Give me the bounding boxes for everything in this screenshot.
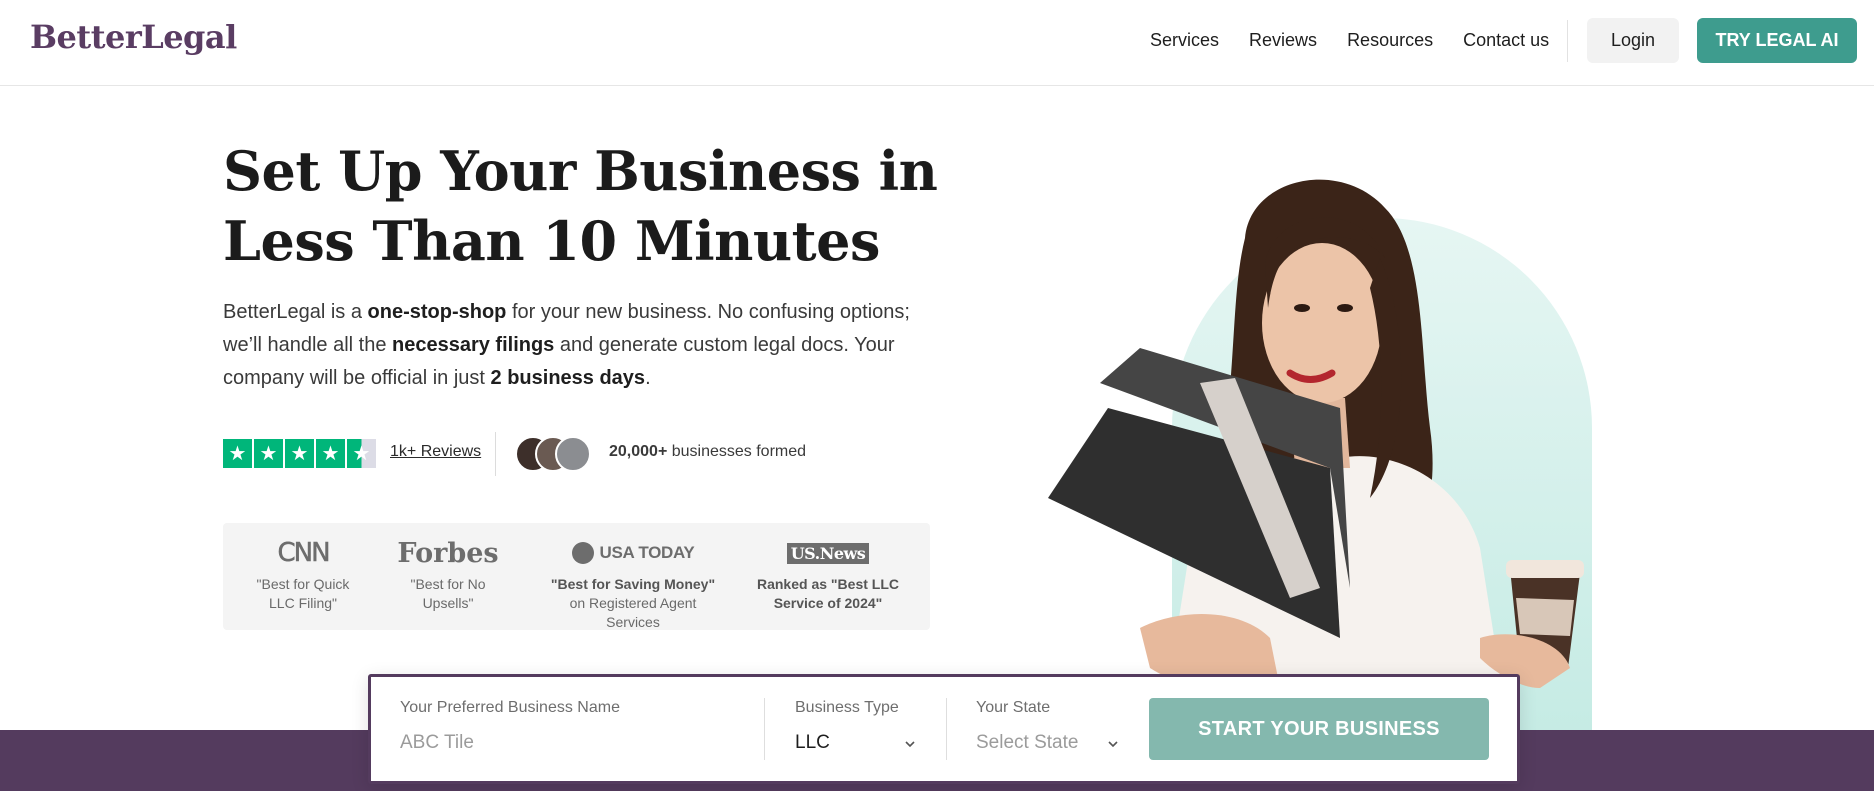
businesses-formed: 20,000+ businesses formed [609, 443, 806, 461]
main-nav: Services Reviews Resources Contact us [1150, 0, 1579, 80]
business-type-select[interactable]: LLC [795, 732, 920, 754]
press-forbes: Forbes "Best for No Upsells" [397, 537, 499, 613]
business-type-label: Business Type [795, 699, 899, 716]
usatoday-circle-icon [571, 542, 594, 564]
hero-title: Set Up Your Business in Less Than 10 Min… [223, 136, 943, 276]
cnn-logo: CNN [277, 538, 331, 569]
business-name-input[interactable]: ABC Tile [400, 732, 740, 754]
businesses-count: 20,000+ [609, 443, 668, 460]
customer-avatars [515, 436, 595, 472]
half-star-icon: ★ [347, 439, 376, 468]
chevron-down-icon [905, 741, 915, 748]
business-name-label: Your Preferred Business Name [400, 699, 620, 716]
press-quote: Ranked as "Best LLC Service of 2024" [756, 576, 899, 611]
businesses-suffix: businesses formed [667, 443, 807, 460]
field-divider [946, 698, 947, 760]
desc-emphasis: one-stop-shop [367, 301, 507, 323]
hero-title-line1: Set Up Your Business in [223, 139, 938, 203]
star-icon: ★ [285, 439, 314, 468]
start-business-button[interactable]: START YOUR BUSINESS [1149, 698, 1489, 760]
brand-logo[interactable]: BetterLegal [30, 18, 237, 56]
star-icon: ★ [223, 439, 252, 468]
nav-divider [1567, 20, 1568, 62]
chevron-down-icon [1108, 741, 1118, 748]
hero-woman-illustration [1048, 179, 1584, 738]
nav-reviews[interactable]: Reviews [1249, 30, 1317, 51]
desc-emphasis: necessary filings [392, 334, 555, 356]
press-quote: "Best for Saving Money" on Registered Ag… [550, 576, 716, 630]
press-usnews: US.News Ranked as "Best LLC Service of 2… [748, 537, 908, 613]
state-label: Your State [976, 699, 1051, 716]
try-legal-ai-button[interactable]: TRY LEGAL AI [1697, 18, 1857, 63]
hero-description: BetterLegal is a one-stop-shop for your … [223, 296, 943, 395]
press-cnn: CNN "Best for Quick LLC Filing" [253, 537, 353, 613]
social-divider [495, 432, 496, 476]
site-header: BetterLegal Services Reviews Resources C… [0, 0, 1874, 86]
nav-contact[interactable]: Contact us [1463, 30, 1549, 51]
star-icon: ★ [254, 439, 283, 468]
desc-text: . [645, 367, 651, 389]
field-divider [764, 698, 765, 760]
business-start-form: Your Preferred Business Name ABC Tile Bu… [368, 674, 1520, 784]
press-mentions: CNN "Best for Quick LLC Filing" Forbes "… [223, 523, 930, 630]
state-select[interactable]: Select State [976, 732, 1116, 754]
login-button[interactable]: Login [1587, 18, 1679, 63]
desc-text: BetterLegal is a [223, 301, 368, 323]
desc-emphasis: 2 business days [490, 367, 646, 389]
reviews-link[interactable]: 1k+ Reviews [390, 443, 481, 461]
nav-services[interactable]: Services [1150, 30, 1219, 51]
forbes-logo: Forbes [397, 537, 499, 569]
usatoday-logo: USA TODAY [543, 537, 723, 569]
trustpilot-rating: ★ ★ ★ ★ ★ [223, 439, 378, 468]
usnews-logo: US.News [748, 537, 908, 569]
press-quote: "Best for No Upsells" [410, 576, 486, 611]
press-usatoday: USA TODAY "Best for Saving Money" on Reg… [543, 537, 723, 632]
nav-resources[interactable]: Resources [1347, 30, 1433, 51]
press-quote: "Best for Quick LLC Filing" [256, 576, 350, 611]
hero-title-line2: Less Than 10 Minutes [223, 209, 880, 273]
avatar [555, 436, 591, 472]
star-icon: ★ [316, 439, 345, 468]
